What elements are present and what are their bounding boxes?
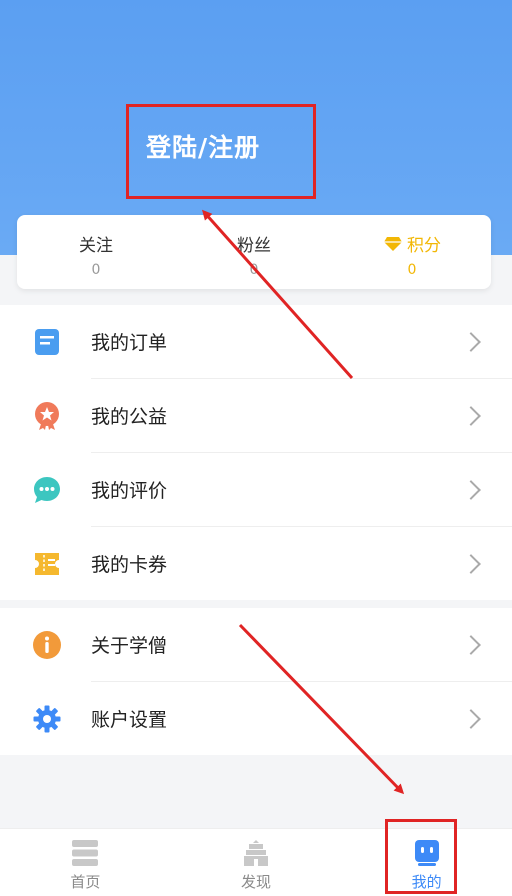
charity-badge-icon — [32, 401, 62, 431]
stat-label: 关注 — [79, 236, 113, 256]
tab-label: 首页 — [70, 873, 101, 891]
home-icon — [72, 840, 99, 866]
stat-value: 0 — [407, 262, 417, 278]
coupon-icon — [32, 549, 62, 579]
menu-item-about[interactable]: 关于学僧 — [0, 608, 512, 681]
tab-label: 发现 — [241, 873, 272, 891]
menu-item-label: 我的评价 — [91, 480, 168, 502]
annotation-box-profile-tab — [385, 819, 457, 894]
chevron-right-icon — [461, 331, 481, 352]
menu-item-reviews[interactable]: 我的评价 — [0, 453, 512, 526]
tab-discover[interactable]: 发现 — [171, 829, 342, 896]
stat-value: 0 — [91, 262, 101, 278]
chevron-right-icon — [461, 634, 481, 655]
menu-item-label: 我的公益 — [91, 406, 168, 428]
menu-item-charity[interactable]: 我的公益 — [0, 379, 512, 452]
menu-group-main: 我的订单 我的公益 我的评价 我的卡券 — [0, 305, 512, 600]
stat-points[interactable]: 积分 0 — [333, 215, 491, 289]
menu-item-label: 我的卡券 — [91, 554, 168, 576]
menu-item-account-settings[interactable]: 账户设置 — [0, 682, 512, 755]
stat-label: 粉丝 — [237, 236, 271, 256]
diamond-icon — [384, 236, 402, 251]
stat-value: 0 — [249, 262, 259, 278]
info-icon — [32, 630, 62, 660]
menu-item-label: 账户设置 — [91, 709, 168, 731]
menu-item-label: 关于学僧 — [91, 635, 168, 657]
chevron-right-icon — [461, 479, 481, 500]
menu-item-coupons[interactable]: 我的卡券 — [0, 527, 512, 600]
menu-group-settings: 关于学僧 账户设置 — [0, 608, 512, 755]
chevron-right-icon — [461, 553, 481, 574]
comment-icon — [32, 475, 62, 505]
menu-item-orders[interactable]: 我的订单 — [0, 305, 512, 378]
tab-home[interactable]: 首页 — [0, 829, 171, 896]
chevron-right-icon — [461, 405, 481, 426]
discover-icon — [244, 840, 268, 866]
stats-card: 关注 0 粉丝 0 积分 0 — [17, 215, 491, 289]
order-icon — [32, 327, 62, 357]
gear-icon — [32, 704, 62, 734]
annotation-box-login — [126, 104, 316, 199]
stat-label: 积分 — [407, 236, 441, 256]
stat-followers[interactable]: 粉丝 0 — [175, 215, 333, 289]
chevron-right-icon — [461, 708, 481, 729]
menu-item-label: 我的订单 — [91, 332, 168, 354]
stat-following[interactable]: 关注 0 — [17, 215, 175, 289]
